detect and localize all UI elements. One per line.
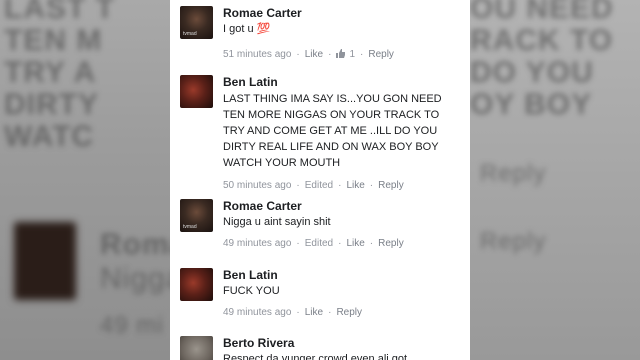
avatar[interactable] (180, 75, 213, 108)
comment-author[interactable]: Romae Carter (223, 6, 463, 20)
reply-link[interactable]: Reply (368, 49, 394, 60)
comment-time[interactable]: 51 minutes ago (223, 49, 291, 60)
backdrop-text: RACK TO (470, 24, 614, 57)
comment-author[interactable]: Ben Latin (223, 75, 463, 89)
backdrop-text: WATC (4, 120, 95, 153)
comment-time[interactable]: 49 minutes ago (223, 238, 291, 249)
backdrop-avatar (14, 222, 76, 300)
backdrop-text: DO YOU (470, 56, 594, 89)
comment-text: Respect da yunger crowd even ali got (223, 353, 408, 360)
backdrop-text: OY BOY (470, 88, 593, 121)
backdrop-text: LAST T (4, 0, 115, 25)
like-link[interactable]: Like (346, 180, 364, 191)
like-link[interactable]: Like (305, 49, 323, 60)
avatar[interactable]: tvmad (180, 6, 213, 39)
edited-label[interactable]: Edited (305, 180, 333, 191)
comment-time[interactable]: 50 minutes ago (223, 180, 291, 191)
reply-link[interactable]: Reply (336, 307, 362, 318)
comment-text: I got u 💯 (223, 23, 271, 35)
reply-link[interactable]: Reply (378, 238, 404, 249)
like-link[interactable]: Like (346, 238, 364, 249)
backdrop-text: Reply (480, 228, 547, 255)
comment-text: Nigga u aint sayin shit (223, 216, 331, 228)
backdrop-text: OU NEED (470, 0, 614, 25)
backdrop-left: LAST T TEN M TRY A DIRTY WATC Roma Nigga… (0, 0, 186, 360)
avatar[interactable]: tvmad (180, 199, 213, 232)
comment-meta: 49 minutes ago · Edited · Like · Reply (223, 238, 404, 249)
reaction-count[interactable]: 1 (336, 49, 355, 60)
thumbs-up-icon (336, 49, 346, 58)
comment-meta: 49 minutes ago · Like · Reply (223, 307, 363, 318)
backdrop-text: TRY A (4, 56, 97, 89)
comment-text: LAST THING IMA SAY IS...YOU GON NEED TEN… (223, 93, 442, 169)
backdrop-text: DIRTY (4, 88, 99, 121)
avatar[interactable] (180, 336, 213, 360)
comment-feed: tvmad Romae Carter I got u 💯 51 minutes … (170, 0, 470, 360)
like-link[interactable]: Like (305, 307, 323, 318)
backdrop-text: TEN M (4, 24, 103, 57)
edited-label[interactable]: Edited (305, 238, 333, 249)
reply-link[interactable]: Reply (378, 180, 404, 191)
comment-meta: 50 minutes ago · Edited · Like · Reply (223, 180, 404, 191)
comment-text: FUCK YOU (223, 285, 280, 297)
backdrop-right: OU NEED RACK TO DO YOU OY BOY Reply Repl… (470, 0, 640, 360)
comment-author[interactable]: Berto Rivera (223, 336, 463, 350)
comment-meta: 51 minutes ago · Like · 1 · Reply (223, 49, 394, 60)
backdrop-text: 49 mi (100, 312, 164, 339)
backdrop-text: Reply (480, 160, 547, 187)
comment-author[interactable]: Ben Latin (223, 268, 463, 282)
comment-time[interactable]: 49 minutes ago (223, 307, 291, 318)
avatar[interactable] (180, 268, 213, 301)
comment-author[interactable]: Romae Carter (223, 199, 463, 213)
